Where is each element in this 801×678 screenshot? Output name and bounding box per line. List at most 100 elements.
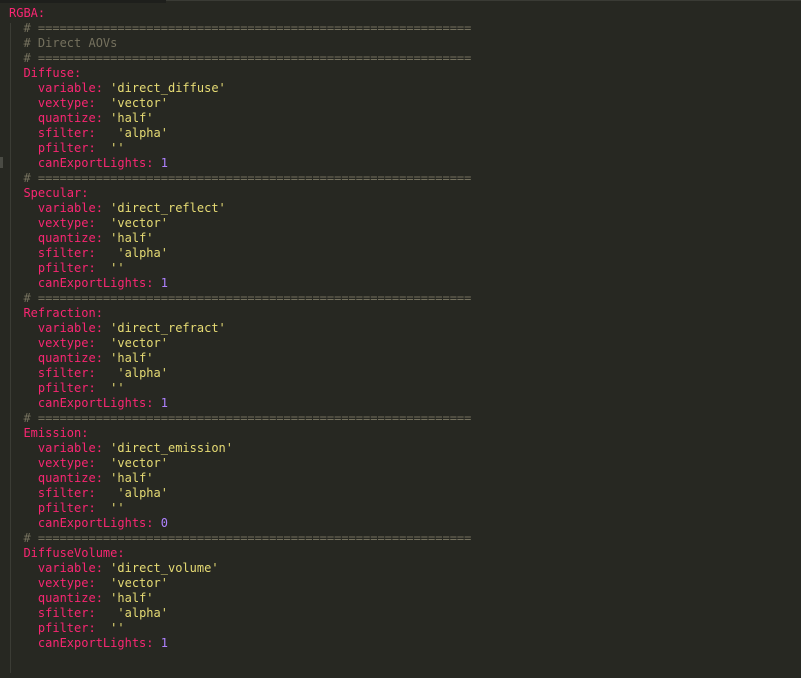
indentation [9, 576, 38, 590]
tab-bar-shadow [0, 0, 166, 3]
yaml-string: 'half' [110, 471, 154, 485]
code-line[interactable]: Emission: [9, 426, 471, 441]
yaml-key: sfilter: [37, 366, 96, 380]
code-line[interactable]: # ======================================… [9, 21, 471, 36]
tab-bar-edge [0, 0, 801, 3]
yaml-key: variable: [37, 81, 103, 95]
yaml-key: quantize: [37, 351, 103, 365]
indentation [9, 471, 38, 485]
indentation [9, 96, 38, 110]
indentation [9, 246, 38, 260]
yaml-string: 'direct_emission' [110, 441, 233, 455]
code-line[interactable]: sfilter: 'alpha' [9, 126, 471, 141]
code-line[interactable]: variable: 'direct_emission' [9, 441, 471, 456]
yaml-key: Specular: [23, 186, 89, 200]
code-line[interactable]: quantize: 'half' [9, 351, 471, 366]
code-line[interactable]: quantize: 'half' [9, 231, 471, 246]
code-line[interactable]: # ======================================… [9, 531, 471, 546]
yaml-comment: # ======================================… [23, 291, 472, 305]
code-line[interactable]: DiffuseVolume: [9, 546, 471, 561]
code-line[interactable]: # ======================================… [9, 291, 471, 306]
indentation [9, 336, 38, 350]
indentation [9, 486, 38, 500]
yaml-key: canExportLights: [37, 396, 154, 410]
yaml-number: 0 [160, 516, 168, 530]
indentation [9, 231, 38, 245]
yaml-string: 'direct_reflect' [110, 201, 226, 215]
code-line[interactable]: vextype: 'vector' [9, 216, 471, 231]
indentation [9, 291, 23, 305]
indentation [9, 591, 38, 605]
code-line[interactable]: # ======================================… [9, 411, 471, 426]
code-line[interactable]: vextype: 'vector' [9, 336, 471, 351]
yaml-key: Diffuse: [23, 66, 82, 80]
indentation [9, 426, 23, 440]
code-line[interactable]: vextype: 'vector' [9, 576, 471, 591]
yaml-string: 'direct_volume' [110, 561, 219, 575]
yaml-number: 1 [160, 396, 168, 410]
code-line[interactable]: canExportLights: 1 [9, 276, 471, 291]
code-line[interactable]: canExportLights: 1 [9, 636, 471, 651]
yaml-key: sfilter: [37, 246, 96, 260]
code-line[interactable]: pfilter: '' [9, 141, 471, 156]
code-line[interactable]: vextype: 'vector' [9, 96, 471, 111]
yaml-key: canExportLights: [37, 636, 154, 650]
yaml-string: '' [110, 141, 125, 155]
indentation [9, 21, 23, 35]
code-line[interactable]: variable: 'direct_diffuse' [9, 81, 471, 96]
code-line[interactable]: vextype: 'vector' [9, 456, 471, 471]
code-line[interactable]: sfilter: 'alpha' [9, 606, 471, 621]
yaml-key: vextype: [37, 576, 96, 590]
code-line[interactable]: variable: 'direct_volume' [9, 561, 471, 576]
code-line[interactable]: variable: 'direct_reflect' [9, 201, 471, 216]
indentation [9, 321, 38, 335]
indentation [9, 441, 38, 455]
code-line[interactable]: # Direct AOVs [9, 36, 471, 51]
code-line[interactable]: Diffuse: [9, 66, 471, 81]
code-line[interactable]: Refraction: [9, 306, 471, 321]
indentation [9, 636, 38, 650]
indentation [9, 141, 38, 155]
code-line[interactable]: quantize: 'half' [9, 591, 471, 606]
indentation [9, 186, 23, 200]
code-line[interactable]: pfilter: '' [9, 501, 471, 516]
indentation [9, 66, 23, 80]
yaml-key: pfilter: [37, 381, 96, 395]
yaml-key: vextype: [37, 96, 96, 110]
indentation [9, 501, 38, 515]
yaml-string: '' [110, 381, 125, 395]
yaml-key: variable: [37, 441, 103, 455]
code-text-area[interactable]: RGBA: # ================================… [9, 6, 471, 651]
code-line[interactable]: canExportLights: 0 [9, 516, 471, 531]
indentation [9, 396, 38, 410]
code-line[interactable]: sfilter: 'alpha' [9, 246, 471, 261]
yaml-number: 1 [160, 276, 168, 290]
code-line[interactable]: canExportLights: 1 [9, 396, 471, 411]
yaml-key: quantize: [37, 591, 103, 605]
code-line[interactable]: sfilter: 'alpha' [9, 366, 471, 381]
code-line[interactable]: pfilter: '' [9, 621, 471, 636]
code-editor[interactable]: RGBA: # ================================… [0, 0, 801, 678]
code-line[interactable]: # ======================================… [9, 171, 471, 186]
code-line[interactable]: RGBA: [9, 6, 471, 21]
code-line[interactable]: quantize: 'half' [9, 471, 471, 486]
code-line[interactable]: sfilter: 'alpha' [9, 486, 471, 501]
code-line[interactable]: variable: 'direct_refract' [9, 321, 471, 336]
yaml-string: 'alpha' [117, 606, 168, 620]
code-line[interactable]: Specular: [9, 186, 471, 201]
indentation [9, 351, 38, 365]
indentation [9, 621, 38, 635]
yaml-comment: # ======================================… [23, 411, 472, 425]
yaml-string: 'vector' [110, 96, 168, 110]
code-line[interactable]: canExportLights: 1 [9, 156, 471, 171]
code-line[interactable]: quantize: 'half' [9, 111, 471, 126]
code-line[interactable]: # ======================================… [9, 51, 471, 66]
code-line[interactable]: pfilter: '' [9, 261, 471, 276]
code-line[interactable]: pfilter: '' [9, 381, 471, 396]
